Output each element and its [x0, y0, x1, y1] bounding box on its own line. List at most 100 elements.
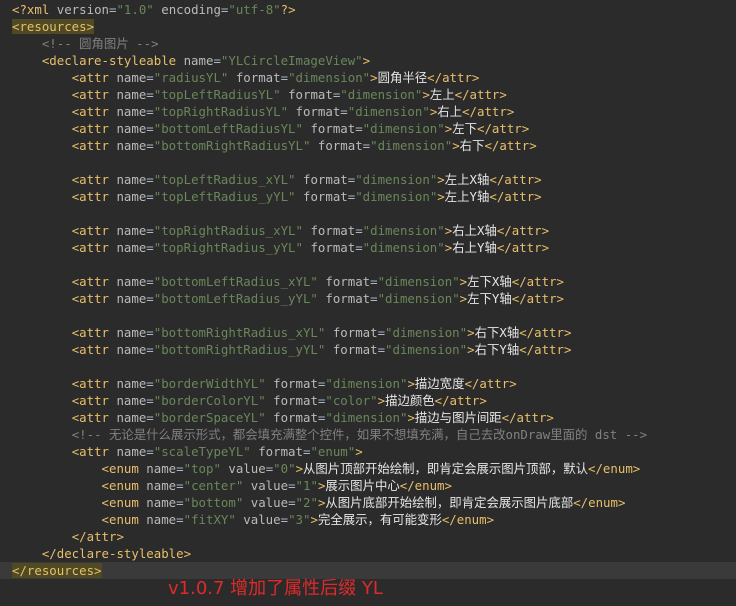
code-token-plain: = — [176, 512, 184, 527]
code-line[interactable]: <attr name="bottomLeftRadius_yYL" format… — [0, 290, 736, 307]
code-token-tag: </attr> — [489, 189, 542, 204]
code-token-tag: <enum — [101, 512, 147, 527]
code-token-attr: name — [116, 121, 147, 136]
code-token-text: 左下 — [452, 121, 477, 136]
code-token-attr: name — [116, 189, 147, 204]
code-token-text: 左上 — [429, 87, 455, 102]
code-line[interactable]: <enum name="fitXY" value="3">完全展示，有可能变形<… — [0, 511, 736, 528]
code-token-tag: </resources> — [12, 563, 102, 578]
code-line[interactable]: <attr name="borderWidthYL" format="dimen… — [0, 375, 736, 392]
code-token-text: 右下Y轴 — [474, 342, 520, 357]
code-line[interactable]: <!-- 无论是什么展示形式，都会填充满整个控件，如果不想填充满，自己去改onD… — [0, 426, 736, 443]
code-editor[interactable]: <?xml version="1.0" encoding="utf-8"?> <r… — [0, 0, 736, 606]
code-line[interactable]: <attr name="bottomLeftRadiusYL" format="… — [0, 120, 736, 137]
code-line[interactable]: <attr name="scaleTypeYL" format="enum"> — [0, 443, 736, 460]
code-line[interactable] — [0, 358, 736, 375]
code-line[interactable]: <enum name="center" value="1">展示图片中心</en… — [0, 477, 736, 494]
code-line[interactable]: <enum name="bottom" value="2">从图片底部开始绘制，… — [0, 494, 736, 511]
code-line[interactable]: <attr name="radiusYL" format="dimension"… — [0, 69, 736, 86]
code-token-attr: name — [146, 461, 177, 476]
code-token-plain: = — [146, 393, 154, 408]
code-token-tag: <attr — [71, 240, 117, 255]
code-token-tag: <attr — [71, 172, 117, 187]
code-token-attr: name — [116, 240, 147, 255]
code-token-tag: > — [355, 444, 363, 459]
code-line[interactable]: <attr name="topLeftRadiusYL" format="dim… — [0, 86, 736, 103]
code-token-tag: > — [362, 53, 371, 68]
code-token-text: 左上X轴 — [444, 172, 490, 187]
code-token-plain: = — [288, 478, 296, 493]
code-token-plain: = — [146, 138, 154, 153]
code-token-attr: format — [325, 291, 371, 306]
code-line[interactable]: <declare-styleable name="YLCircleImageVi… — [0, 52, 736, 69]
code-token-val: "dimension" — [377, 291, 460, 306]
code-token-plain: = — [146, 410, 154, 425]
code-line[interactable]: </declare-styleable> — [0, 545, 736, 562]
code-token-val: "topRightRadiusYL" — [153, 104, 289, 119]
code-line[interactable]: <attr name="bottomRightRadius_xYL" forma… — [0, 324, 736, 341]
code-line[interactable]: <!-- 圆角图片 --> — [0, 35, 736, 52]
code-token-tag: > — [437, 172, 445, 187]
code-token-val: "radiusYL" — [153, 70, 229, 85]
code-token-plain: = — [146, 70, 154, 85]
code-token-val: "dimension" — [385, 342, 468, 357]
code-line[interactable] — [0, 205, 736, 222]
code-token-text: 右下X轴 — [474, 325, 520, 340]
code-line[interactable]: </attr> — [0, 528, 736, 545]
code-token-plain: = — [370, 274, 378, 289]
code-token-tag: </attr> — [489, 172, 542, 187]
code-token-plain: = — [288, 495, 296, 510]
code-line[interactable] — [0, 256, 736, 273]
code-line[interactable]: <attr name="borderColorYL" format="color… — [0, 392, 736, 409]
code-token-tag: > — [310, 512, 318, 527]
code-token-val: "topLeftRadiusYL" — [153, 87, 281, 102]
code-line[interactable] — [0, 154, 736, 171]
code-token-val: "borderWidthYL" — [153, 376, 266, 391]
code-line[interactable]: <attr name="bottomRightRadius_yYL" forma… — [0, 341, 736, 358]
code-token-tag: > — [452, 138, 460, 153]
code-token-tag: > — [437, 189, 445, 204]
code-token-plain: = — [176, 478, 184, 493]
code-token-val: "topRightRadius_xYL" — [153, 223, 303, 238]
version-annotation: v1.0.7 增加了属性后缀 YL — [168, 578, 383, 599]
code-line[interactable]: <attr name="bottomRightRadiusYL" format=… — [0, 137, 736, 154]
code-line[interactable]: <attr name="borderSpaceYL" format="dimen… — [0, 409, 736, 426]
code-token-val: "bottom" — [183, 495, 244, 510]
code-token-plain: = — [146, 444, 154, 459]
code-token-tag: > — [459, 274, 468, 289]
code-token-plain: = — [146, 342, 154, 357]
code-token-tag: <attr — [71, 444, 117, 459]
code-line[interactable]: <attr name="topLeftRadius_yYL" format="d… — [0, 188, 736, 205]
code-token-attr: name — [146, 495, 177, 510]
code-line[interactable]: <enum name="top" value="0">从图片顶部开始绘制，即肯定… — [0, 460, 736, 477]
code-token-val: "dimension" — [325, 410, 408, 425]
code-line[interactable]: <attr name="topRightRadius_yYL" format="… — [0, 239, 736, 256]
code-line[interactable]: <?xml version="1.0" encoding="utf-8"?> — [0, 1, 736, 18]
code-token-text: 左上Y轴 — [444, 189, 490, 204]
code-line[interactable] — [0, 307, 736, 324]
code-token-attr: name — [116, 172, 147, 187]
code-token-attr: value — [228, 461, 266, 476]
code-token-plain: = — [340, 104, 348, 119]
code-token-tag: </attr> — [519, 325, 572, 340]
code-token-val: "2" — [295, 495, 318, 510]
code-line[interactable]: <resources> — [0, 18, 736, 35]
code-line[interactable]: <attr name="topRightRadius_xYL" format="… — [0, 222, 736, 239]
code-line[interactable]: <attr name="topLeftRadius_xYL" format="d… — [0, 171, 736, 188]
code-token-attr: format — [273, 410, 318, 425]
code-token-val: "center" — [183, 478, 244, 493]
code-token-tag: <attr — [71, 291, 117, 306]
code-token-val: "dimension" — [362, 223, 445, 238]
code-token-val: "3" — [288, 512, 311, 527]
code-line[interactable]: <attr name="topRightRadiusYL" format="di… — [0, 103, 736, 120]
code-token-tag: > — [422, 87, 430, 102]
code-token-tag: </enum> — [441, 512, 495, 527]
code-token-attr: format — [310, 240, 356, 255]
code-token-tag: </enum> — [399, 478, 452, 493]
code-line[interactable]: <attr name="bottomLeftRadius_xYL" format… — [0, 273, 736, 290]
code-token-attr: name — [146, 512, 177, 527]
code-token-val: "dimension" — [385, 325, 468, 340]
